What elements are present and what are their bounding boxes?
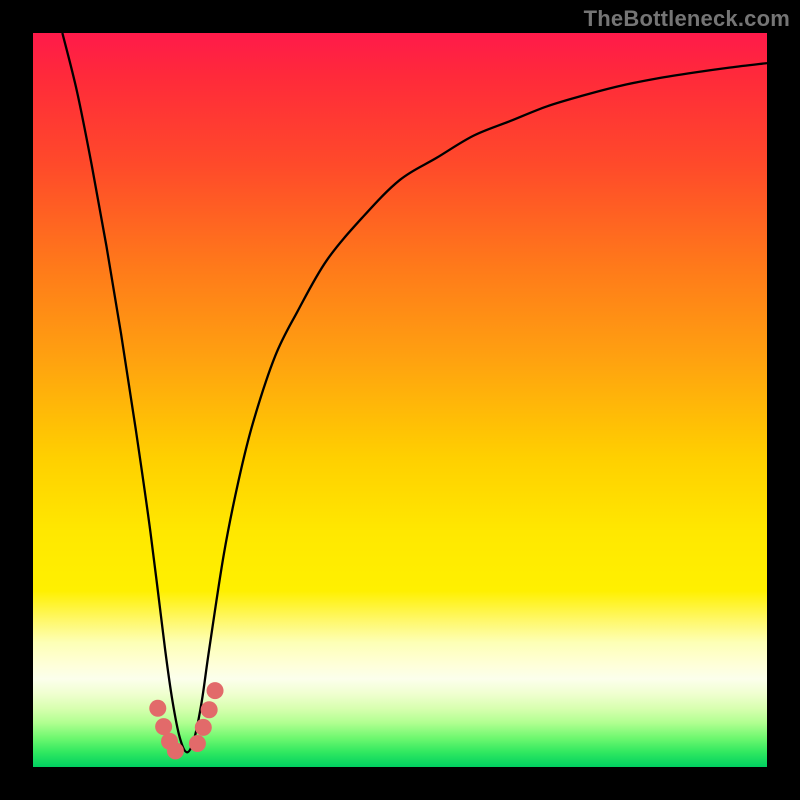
curve-marker (195, 719, 212, 736)
curve-marker (155, 718, 172, 735)
chart-frame: TheBottleneck.com (0, 0, 800, 800)
bottleneck-curve (62, 33, 767, 752)
curve-marker (207, 682, 224, 699)
curve-marker (189, 735, 206, 752)
curve-marker (167, 742, 184, 759)
curve-marker (149, 700, 166, 717)
marker-group (149, 682, 223, 759)
curve-marker (201, 701, 218, 718)
curve-svg (33, 33, 767, 767)
curve-marker (161, 733, 178, 750)
plot-area (33, 33, 767, 767)
watermark-text: TheBottleneck.com (584, 6, 790, 32)
